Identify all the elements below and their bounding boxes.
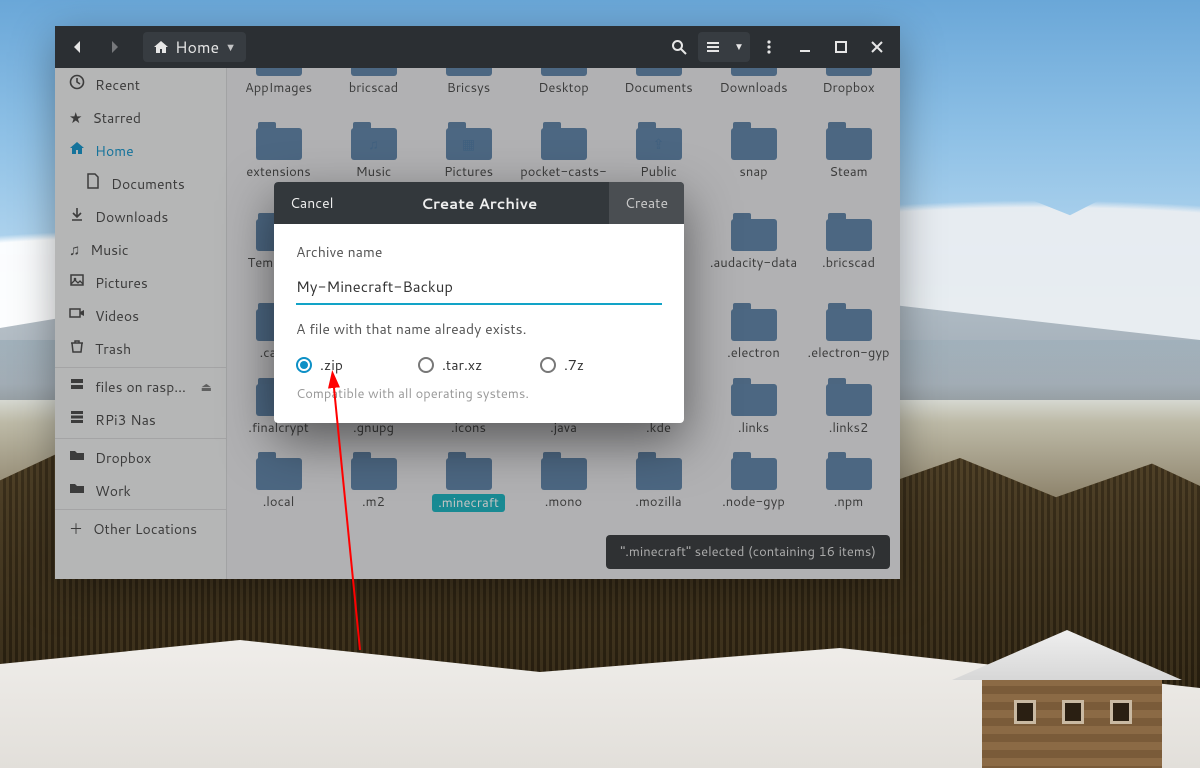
create-button[interactable]: Create xyxy=(609,182,684,224)
search-icon xyxy=(671,39,687,55)
headerbar: Home ▼ ▼ xyxy=(55,26,900,68)
format-7z-radio[interactable]: .7z xyxy=(540,355,662,375)
archive-name-label: Archive name xyxy=(296,242,662,262)
radio-icon xyxy=(418,357,434,373)
search-button[interactable] xyxy=(662,32,696,62)
path-bar[interactable]: Home ▼ xyxy=(143,32,246,62)
format-zip-radio[interactable]: .zip xyxy=(296,355,418,375)
close-button[interactable] xyxy=(860,32,894,62)
maximize-button[interactable] xyxy=(824,32,858,62)
name-exists-warning: A file with that name already exists. xyxy=(296,319,662,339)
create-archive-dialog: Cancel Create Archive Create Archive nam… xyxy=(274,182,684,423)
format-tarxz-radio[interactable]: .tar.xz xyxy=(418,355,540,375)
forward-button[interactable] xyxy=(97,32,131,62)
minimize-button[interactable] xyxy=(788,32,822,62)
hamburger-menu-button[interactable] xyxy=(752,32,786,62)
back-button[interactable] xyxy=(61,32,95,62)
view-switcher[interactable]: ▼ xyxy=(698,32,750,62)
format-hint: Compatible with all operating systems. xyxy=(296,385,662,403)
radio-icon xyxy=(540,357,556,373)
archive-name-input[interactable] xyxy=(296,272,662,305)
path-label: Home xyxy=(175,36,219,59)
dialog-headerbar: Cancel Create Archive Create xyxy=(274,182,684,224)
chevron-down-icon: ▼ xyxy=(225,39,236,55)
cancel-button[interactable]: Cancel xyxy=(274,182,350,224)
view-options-chevron[interactable]: ▼ xyxy=(728,32,750,62)
radio-icon xyxy=(296,357,312,373)
dialog-title: Create Archive xyxy=(350,193,609,214)
home-icon xyxy=(153,39,169,55)
list-view-icon[interactable] xyxy=(698,32,728,62)
